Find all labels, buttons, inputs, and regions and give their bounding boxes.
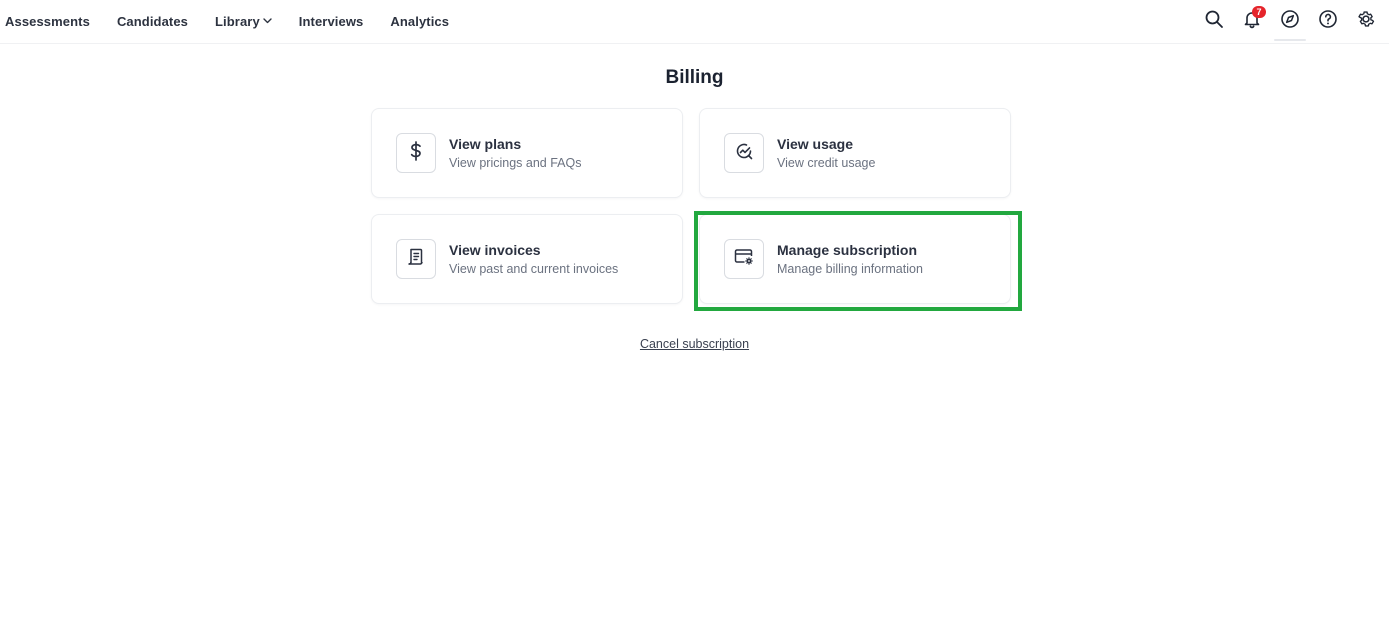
help-button[interactable] (1315, 8, 1341, 34)
nav-library-label: Library (215, 13, 260, 29)
manage-subscription-title: Manage subscription (777, 242, 918, 258)
manage-subscription-subtitle: Manage billing information (777, 262, 923, 276)
compass-icon (1280, 9, 1300, 34)
cancel-subscription-row: Cancel subscription (0, 337, 1389, 351)
chevron-down-icon (263, 18, 272, 24)
view-plans-subtitle: View pricings and FAQs (449, 156, 582, 170)
view-invoices-title: View invoices (449, 242, 541, 258)
notification-badge: 7 (1252, 6, 1266, 18)
search-icon (1204, 9, 1224, 34)
gear-icon (1356, 9, 1376, 34)
nav-analytics[interactable]: Analytics (390, 14, 449, 29)
view-invoices-card[interactable]: View invoices View past and current invo… (371, 214, 683, 304)
nav-library[interactable]: Library (215, 14, 272, 29)
view-plans-card[interactable]: View plans View pricings and FAQs (371, 108, 683, 198)
view-invoices-subtitle: View past and current invoices (449, 262, 619, 276)
nav-assessments[interactable]: Assessments (5, 14, 90, 29)
view-usage-title: View usage (777, 136, 854, 152)
notifications-button[interactable]: 7 (1239, 6, 1266, 34)
page-title: Billing (665, 67, 724, 88)
main-nav: Assessments Candidates Library Interview… (5, 0, 476, 42)
explore-button[interactable] (1274, 8, 1306, 41)
view-plans-icon-box (396, 133, 436, 173)
dollar-icon (407, 140, 425, 166)
cancel-subscription-link[interactable]: Cancel subscription (640, 337, 749, 351)
view-plans-title: View plans (449, 136, 522, 152)
help-icon (1318, 9, 1338, 34)
search-button[interactable] (1201, 8, 1227, 34)
header-actions: 7 (1189, 0, 1379, 42)
usage-chart-icon (734, 141, 754, 166)
card-settings-icon (734, 248, 754, 271)
settings-button[interactable] (1353, 8, 1379, 34)
manage-subscription-icon-box (724, 239, 764, 279)
nav-candidates[interactable]: Candidates (117, 14, 188, 29)
nav-interviews[interactable]: Interviews (299, 14, 364, 29)
view-usage-card[interactable]: View usage View credit usage (699, 108, 1011, 198)
top-navigation-bar: Assessments Candidates Library Interview… (0, 0, 1389, 44)
view-usage-icon-box (724, 133, 764, 173)
receipt-icon (407, 247, 425, 272)
view-usage-subtitle: View credit usage (777, 156, 876, 170)
manage-subscription-card[interactable]: Manage subscription Manage billing infor… (699, 214, 1011, 304)
view-invoices-icon-box (396, 239, 436, 279)
